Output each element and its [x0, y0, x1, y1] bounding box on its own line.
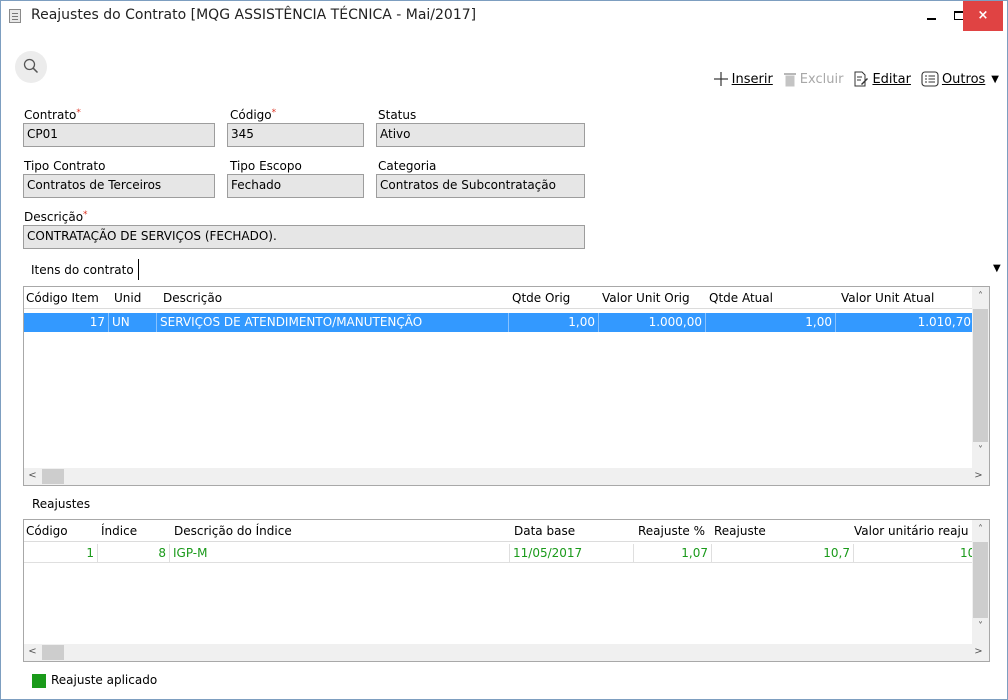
col-descricao[interactable]: Descrição — [163, 291, 222, 305]
list-icon — [921, 71, 939, 87]
window-icon — [9, 9, 21, 23]
scroll-right-icon[interactable]: > — [970, 470, 987, 481]
scroll-left-icon[interactable]: < — [24, 470, 41, 481]
search-icon — [23, 58, 39, 74]
cell-reajuste-pct: 1,07 — [634, 544, 712, 563]
title-bar: Reajustes do Contrato [MQG ASSISTÊNCIA T… — [1, 1, 1007, 31]
reajustes-vscroll-thumb[interactable] — [973, 542, 988, 618]
cell-data-base: 11/05/2017 — [510, 544, 634, 563]
contract-adjustments-window: Reajustes do Contrato [MQG ASSISTÊNCIA T… — [0, 0, 1008, 700]
cell-descricao: SERVIÇOS DE ATENDIMENTO/MANUTENÇÃO — [157, 313, 509, 332]
col-reajuste[interactable]: Reajuste — [714, 524, 766, 538]
trash-icon — [783, 73, 796, 87]
search-button[interactable] — [15, 51, 47, 83]
chevron-down-icon: ▼ — [991, 73, 999, 85]
col-qtde-orig[interactable]: Qtde Orig — [512, 291, 570, 305]
inserir-label: Inserir — [731, 71, 773, 87]
col-valor-unit-atual[interactable]: Valor Unit Atual — [841, 291, 934, 305]
cell-valor-unit-orig: 1.000,00 — [599, 313, 706, 332]
descricao-field[interactable]: CONTRATAÇÃO DE SERVIÇOS (FECHADO). — [23, 225, 585, 249]
itens-grid: Código Item Unid Descrição Qtde Orig Val… — [23, 286, 990, 486]
cell-indice: 8 — [98, 544, 170, 563]
cell-qtde-atual: 1,00 — [706, 313, 836, 332]
scroll-up-icon[interactable]: ˄ — [972, 524, 989, 535]
scroll-left-icon[interactable]: < — [24, 646, 41, 657]
cell-reajuste: 10,7 — [712, 544, 854, 563]
col-codigo-item[interactable]: Código Item — [26, 291, 99, 305]
categoria-label: Categoria — [378, 159, 437, 173]
itens-vscroll-thumb[interactable] — [973, 309, 988, 442]
reajustes-label: Reajustes — [32, 497, 91, 511]
excluir-label: Excluir — [799, 71, 844, 87]
cell-unid: UN — [109, 313, 157, 332]
codigo-field[interactable]: 345 — [227, 123, 364, 147]
legend-label: Reajuste aplicado — [51, 673, 158, 687]
tab-dropdown-icon[interactable]: ▼ — [993, 263, 1001, 274]
toolbar: Inserir Excluir Editar Outros ▼ — [703, 69, 999, 89]
reajustes-vertical-scrollbar[interactable]: ˄ ˅ — [972, 520, 989, 644]
inserir-button[interactable]: Inserir — [713, 71, 773, 87]
tab-itens-do-contrato[interactable]: Itens do contrato — [25, 259, 139, 283]
minimize-icon — [926, 17, 936, 20]
cell-descricao-indice: IGP-M — [170, 544, 510, 563]
plus-icon — [713, 72, 728, 86]
descricao-label: Descrição* — [24, 210, 88, 224]
itens-grid-header: Código Item Unid Descrição Qtde Orig Val… — [24, 287, 989, 309]
tab-itens-label: Itens do contrato — [25, 259, 139, 280]
col-reajuste-pct[interactable]: Reajuste % — [638, 524, 705, 538]
col-unid[interactable]: Unid — [114, 291, 141, 305]
codigo-label: Código* — [230, 108, 277, 122]
reajustes-hscroll-thumb[interactable] — [42, 645, 64, 660]
tipo-escopo-field[interactable]: Fechado — [227, 174, 364, 198]
tipo-escopo-label: Tipo Escopo — [230, 159, 302, 173]
scroll-down-icon[interactable]: ˅ — [972, 621, 989, 632]
tipo-contrato-label: Tipo Contrato — [24, 159, 106, 173]
edit-document-icon — [854, 71, 869, 87]
itens-vertical-scrollbar[interactable]: ˄ ˅ — [972, 287, 989, 468]
col-codigo[interactable]: Código — [26, 524, 68, 538]
reajustes-grid-header: Código Índice Descrição do Índice Data b… — [24, 520, 989, 542]
col-valor-unit-orig[interactable]: Valor Unit Orig — [602, 291, 690, 305]
table-row[interactable]: 17 UN SERVIÇOS DE ATENDIMENTO/MANUTENÇÃO… — [24, 313, 974, 332]
contrato-field[interactable]: CP01 — [23, 123, 215, 147]
editar-button[interactable]: Editar — [853, 71, 911, 87]
cell-valor-unitario-reajustado: 1010,70 — [854, 544, 974, 563]
col-data-base[interactable]: Data base — [514, 524, 575, 538]
cell-qtde-orig: 1,00 — [509, 313, 599, 332]
outros-label: Outros — [941, 71, 986, 87]
col-indice[interactable]: Índice — [101, 524, 137, 538]
col-descricao-indice[interactable]: Descrição do Índice — [174, 524, 292, 538]
window-title: Reajustes do Contrato [MQG ASSISTÊNCIA T… — [31, 7, 477, 23]
itens-horizontal-scrollbar[interactable]: < > — [24, 468, 989, 485]
tipo-contrato-field[interactable]: Contratos de Terceiros — [23, 174, 215, 198]
excluir-button[interactable]: Excluir — [783, 71, 844, 87]
cell-codigo-item: 17 — [24, 313, 109, 332]
itens-hscroll-thumb[interactable] — [42, 469, 64, 484]
reajustes-horizontal-scrollbar[interactable]: < > — [24, 644, 989, 661]
editar-label: Editar — [872, 71, 911, 87]
cell-valor-unit-atual: 1.010,70 — [917, 315, 971, 329]
contrato-label: Contrato* — [24, 108, 81, 122]
cell-codigo: 1 — [24, 544, 98, 563]
close-button[interactable]: × — [963, 1, 1003, 31]
table-row[interactable]: 1 8 IGP-M 11/05/2017 1,07 10,7 1010,70 — [24, 544, 974, 563]
outros-button[interactable]: Outros ▼ — [921, 71, 999, 87]
scroll-right-icon[interactable]: > — [970, 646, 987, 657]
reajustes-grid: Código Índice Descrição do Índice Data b… — [23, 519, 990, 662]
status-label: Status — [378, 108, 417, 122]
legend-swatch — [32, 674, 46, 688]
status-field[interactable]: Ativo — [376, 123, 585, 147]
categoria-field[interactable]: Contratos de Subcontratação — [376, 174, 585, 198]
scroll-up-icon[interactable]: ˄ — [972, 291, 989, 302]
col-valor-unitario-reajustado[interactable]: Valor unitário reaju — [854, 524, 971, 538]
col-qtde-atual[interactable]: Qtde Atual — [709, 291, 773, 305]
scroll-down-icon[interactable]: ˅ — [972, 445, 989, 456]
